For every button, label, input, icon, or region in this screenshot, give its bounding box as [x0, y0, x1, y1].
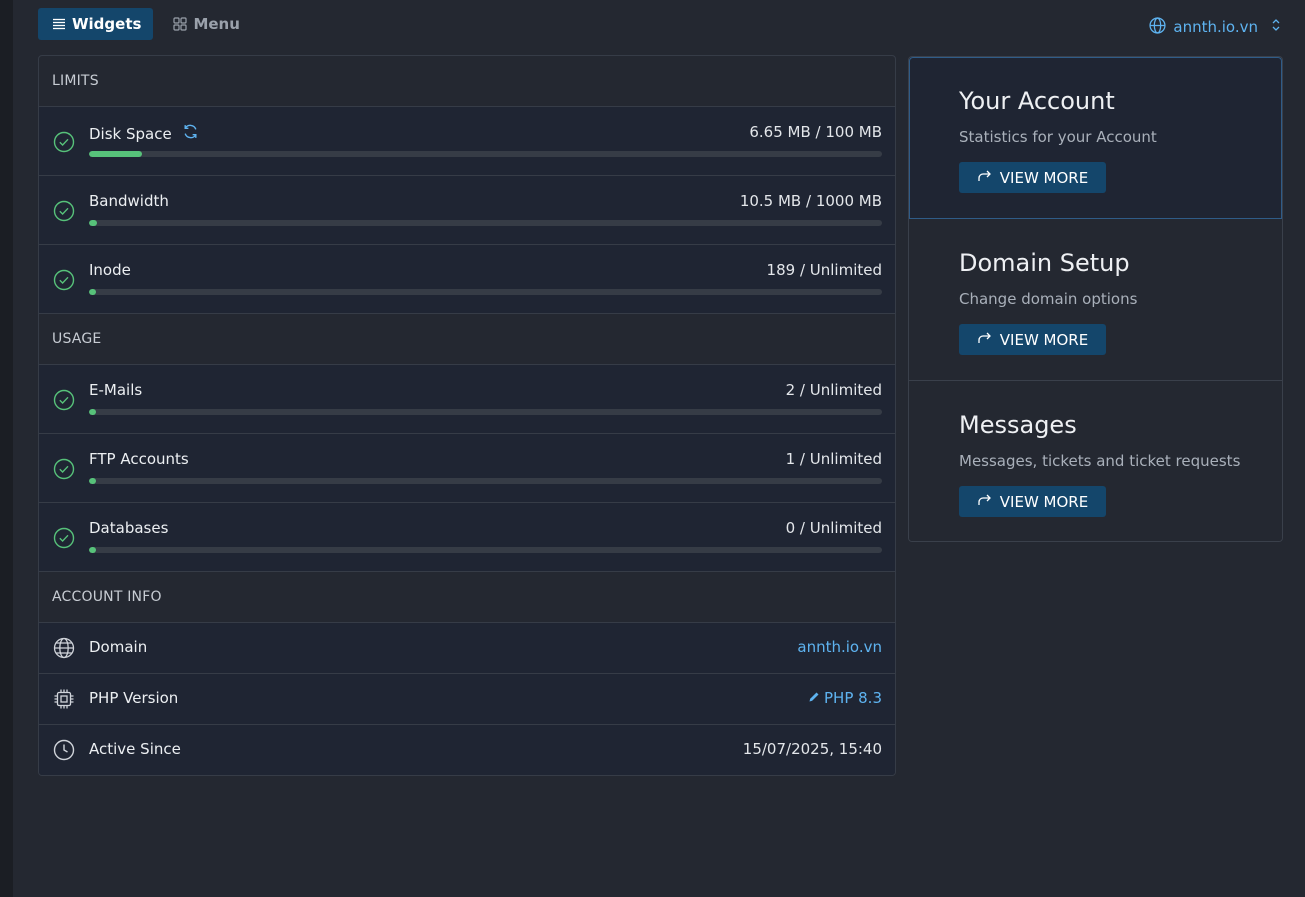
card-title: Domain Setup [959, 249, 1130, 277]
globe-icon [53, 637, 75, 663]
share-arrow-icon [977, 168, 993, 188]
info-label: Domain [89, 638, 148, 656]
clock-icon [53, 739, 75, 765]
usage-value: 2 / Unlimited [785, 381, 882, 399]
info-label: Active Since [89, 740, 181, 758]
share-arrow-icon [977, 330, 993, 350]
check-circle-icon [53, 200, 75, 226]
view-more-button[interactable]: VIEW MORE [959, 162, 1106, 193]
limits-heading: LIMITS [39, 56, 895, 107]
usage-value: 1 / Unlimited [785, 450, 882, 468]
usage-row-ftp-accounts: FTP Accounts 1 / Unlimited [39, 434, 895, 503]
progress-fill [89, 409, 96, 415]
progress-fill [89, 220, 98, 226]
progress-fill [89, 151, 142, 157]
progress-bar [89, 478, 882, 484]
usage-label: Databases [89, 519, 169, 537]
limit-label: Inode [89, 261, 131, 279]
check-circle-icon [53, 269, 75, 295]
refresh-icon[interactable] [182, 123, 199, 144]
card-title: Your Account [959, 87, 1115, 115]
progress-bar [89, 547, 882, 553]
view-more-label: VIEW MORE [999, 330, 1089, 349]
info-row-domain: Domain annth.io.vn [39, 623, 895, 674]
list-icon [52, 17, 66, 31]
info-row-php-version: PHP Version PHP 8.3 [39, 674, 895, 725]
info-row-active-since: Active Since 15/07/2025, 15:40 [39, 725, 895, 775]
php-version-value: PHP 8.3 [824, 689, 882, 707]
share-arrow-icon [977, 492, 993, 512]
limit-label: Disk Space [89, 124, 172, 143]
view-more-button[interactable]: VIEW MORE [959, 486, 1106, 517]
progress-fill [89, 547, 96, 553]
card-domain-setup: Domain Setup Change domain options VIEW … [909, 219, 1282, 381]
grid-icon [173, 17, 188, 31]
card-your-account: Your Account Statistics for your Account… [909, 57, 1282, 219]
tab-menu[interactable]: Menu [159, 8, 251, 40]
domain-selector[interactable]: annth.io.vn [1149, 16, 1281, 38]
chevron-updown-icon [1271, 18, 1281, 36]
globe-icon [1149, 16, 1166, 38]
check-circle-icon [53, 527, 75, 553]
stats-panel: LIMITS Disk Space 6.65 MB / 100 MB Bandw… [38, 55, 896, 776]
progress-bar [89, 289, 882, 295]
tab-widgets[interactable]: Widgets [38, 8, 154, 40]
usage-value: 0 / Unlimited [785, 519, 882, 537]
view-more-label: VIEW MORE [999, 492, 1089, 511]
limit-row-inode: Inode 189 / Unlimited [39, 245, 895, 314]
pencil-icon [808, 689, 820, 707]
card-messages: Messages Messages, tickets and ticket re… [909, 381, 1282, 541]
progress-bar [89, 220, 882, 226]
php-version-link[interactable]: PHP 8.3 [808, 689, 882, 707]
view-more-button[interactable]: VIEW MORE [959, 324, 1106, 355]
card-description: Change domain options [959, 290, 1138, 308]
limit-row-disk-space: Disk Space 6.65 MB / 100 MB [39, 107, 895, 176]
account-info-heading: ACCOUNT INFO [39, 572, 895, 623]
check-circle-icon [53, 389, 75, 415]
progress-fill [89, 289, 96, 295]
card-description: Statistics for your Account [959, 128, 1157, 146]
domain-selector-label: annth.io.vn [1173, 18, 1258, 36]
info-label: PHP Version [89, 689, 179, 707]
usage-row-databases: Databases 0 / Unlimited [39, 503, 895, 572]
view-more-label: VIEW MORE [999, 168, 1089, 187]
domain-link[interactable]: annth.io.vn [797, 638, 882, 656]
top-tabs: Widgets Menu [38, 8, 252, 40]
usage-row-emails: E-Mails 2 / Unlimited [39, 365, 895, 434]
usage-label: E-Mails [89, 381, 143, 399]
shortcut-cards: Your Account Statistics for your Account… [908, 56, 1283, 542]
usage-heading: USAGE [39, 314, 895, 365]
limit-value: 189 / Unlimited [766, 261, 882, 279]
limit-value: 10.5 MB / 1000 MB [739, 192, 882, 210]
limit-row-bandwidth: Bandwidth 10.5 MB / 1000 MB [39, 176, 895, 245]
check-circle-icon [53, 131, 75, 157]
sidebar-edge [0, 0, 13, 897]
card-title: Messages [959, 411, 1077, 439]
progress-bar [89, 409, 882, 415]
card-description: Messages, tickets and ticket requests [959, 452, 1241, 470]
tab-widgets-label: Widgets [72, 15, 142, 33]
usage-label: FTP Accounts [89, 450, 189, 468]
limit-value: 6.65 MB / 100 MB [749, 123, 882, 141]
cpu-chip-icon [53, 688, 75, 714]
progress-fill [89, 478, 96, 484]
check-circle-icon [53, 458, 75, 484]
progress-bar [89, 151, 882, 157]
tab-menu-label: Menu [193, 15, 240, 33]
active-since-value: 15/07/2025, 15:40 [742, 740, 882, 758]
limit-label: Bandwidth [89, 192, 169, 210]
